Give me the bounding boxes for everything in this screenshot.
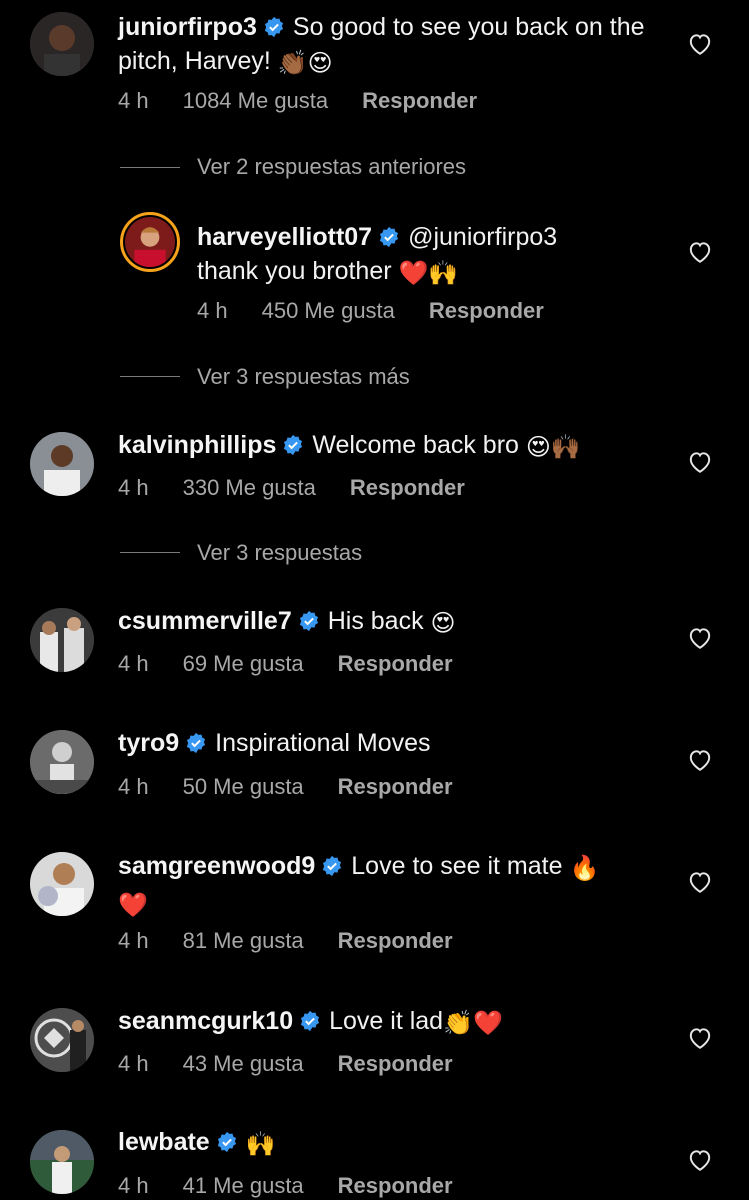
username[interactable]: tyro9 xyxy=(118,729,179,757)
view-previous-replies[interactable]: Ver 2 respuestas anteriores xyxy=(197,154,466,180)
heart-outline-icon[interactable] xyxy=(687,1148,713,1172)
timestamp: 4 h xyxy=(197,298,228,323)
comment-meta: 4 h 1084 Me gusta Responder xyxy=(118,88,511,114)
view-replies[interactable]: Ver 3 respuestas xyxy=(197,540,362,566)
username[interactable]: lewbate xyxy=(118,1128,210,1156)
comment-body: Inspirational Moves xyxy=(215,729,431,757)
verified-badge-icon xyxy=(323,855,342,877)
comment-emoji: 😍🙌🏾 xyxy=(525,434,581,461)
view-more-replies[interactable]: Ver 3 respuestas más xyxy=(197,364,410,390)
comment-emoji: 👏🏾😍 xyxy=(277,50,333,77)
verified-badge-icon xyxy=(264,16,283,38)
likes-count[interactable]: 69 Me gusta xyxy=(183,651,304,677)
likes-count[interactable]: 81 Me gusta xyxy=(183,928,304,954)
comment-emoji: 🔥 xyxy=(569,855,600,882)
verified-badge-icon xyxy=(217,1131,236,1153)
comment-meta: 4 h 43 Me gusta Responder xyxy=(118,1051,487,1077)
avatar-harveyelliott07[interactable] xyxy=(120,212,180,272)
comment-text: kalvinphillips Welcome back bro 😍🙌🏾 xyxy=(118,428,678,465)
verified-badge-icon xyxy=(187,732,206,754)
verified-badge-icon xyxy=(301,1010,320,1032)
username[interactable]: kalvinphillips xyxy=(118,431,276,459)
comment-meta: 4 h 69 Me gusta Responder xyxy=(118,651,487,677)
avatar-samgreenwood9[interactable] xyxy=(30,852,94,916)
heart-outline-icon[interactable] xyxy=(687,870,713,894)
heart-outline-icon[interactable] xyxy=(687,1026,713,1050)
view-replies-label[interactable]: Ver 3 respuestas xyxy=(197,540,362,565)
reply-button[interactable]: Responder xyxy=(362,88,477,114)
comment-emoji: 👏❤️ xyxy=(443,1010,503,1037)
verified-badge-icon xyxy=(380,226,399,248)
comment-meta: 4 h 330 Me gusta Responder xyxy=(118,475,499,501)
verified-badge-icon xyxy=(299,610,318,632)
verified-badge-icon xyxy=(284,434,303,456)
comment-text: tyro9 Inspirational Moves xyxy=(118,726,678,760)
comment-text: lewbate 🙌 xyxy=(118,1125,678,1162)
timestamp: 4 h xyxy=(118,1173,149,1198)
reply-button[interactable]: Responder xyxy=(338,1051,453,1077)
heart-outline-icon[interactable] xyxy=(687,748,713,772)
username[interactable]: samgreenwood9 xyxy=(118,852,315,880)
comment-text: samgreenwood9 Love to see it mate 🔥 ❤️ xyxy=(118,849,678,923)
comment-text: harveyelliott07 @juniorfirpo3 thank you br… xyxy=(197,220,677,291)
comment-emoji: 😍 xyxy=(430,610,456,637)
timestamp: 4 h xyxy=(118,88,149,113)
avatar-lewbate[interactable] xyxy=(30,1130,94,1194)
comment-text: csummerville7 His back 😍 xyxy=(118,604,678,641)
timestamp: 4 h xyxy=(118,475,149,500)
comment-body: Love it lad xyxy=(329,1007,444,1035)
comment-emoji: ❤️🙌 xyxy=(398,260,459,287)
heart-outline-icon[interactable] xyxy=(687,240,713,264)
avatar-csummerville7[interactable] xyxy=(30,608,94,672)
reply-button[interactable]: Responder xyxy=(429,298,544,324)
timestamp: 4 h xyxy=(118,928,149,953)
likes-count[interactable]: 50 Me gusta xyxy=(183,774,304,800)
avatar-seanmcgurk10[interactable] xyxy=(30,1008,94,1072)
likes-count[interactable]: 450 Me gusta xyxy=(262,298,395,324)
likes-count[interactable]: 43 Me gusta xyxy=(183,1051,304,1077)
reply-line xyxy=(120,552,180,553)
comment-meta: 4 h 41 Me gusta Responder xyxy=(118,1173,487,1199)
comment-meta: 4 h 50 Me gusta Responder xyxy=(118,774,487,800)
reply-button[interactable]: Responder xyxy=(338,928,453,954)
reply-button[interactable]: Responder xyxy=(338,1173,453,1199)
comment-body: Love to see it mate xyxy=(351,852,563,880)
username[interactable]: seanmcgurk10 xyxy=(118,1007,293,1035)
reply-button[interactable]: Responder xyxy=(350,475,465,501)
heart-outline-icon[interactable] xyxy=(687,32,713,56)
reply-button[interactable]: Responder xyxy=(338,774,453,800)
comment-meta: 4 h 450 Me gusta Responder xyxy=(197,298,578,324)
view-previous-replies-label[interactable]: Ver 2 respuestas anteriores xyxy=(197,154,466,179)
likes-count[interactable]: 330 Me gusta xyxy=(183,475,316,501)
comment-text: seanmcgurk10 Love it lad👏❤️ xyxy=(118,1004,678,1041)
comment-body: Welcome back bro xyxy=(312,431,519,459)
comment-meta: 4 h 81 Me gusta Responder xyxy=(118,928,487,954)
heart-outline-icon[interactable] xyxy=(687,626,713,650)
comment-emoji: 🙌 xyxy=(245,1131,276,1158)
avatar-kalvinphillips[interactable] xyxy=(30,432,94,496)
username[interactable]: csummerville7 xyxy=(118,607,292,635)
mention-link[interactable]: @juniorfirpo3 xyxy=(408,223,557,251)
reply-button[interactable]: Responder xyxy=(338,651,453,677)
comment-emoji-2: ❤️ xyxy=(118,892,148,919)
view-more-replies-label[interactable]: Ver 3 respuestas más xyxy=(197,364,410,389)
username[interactable]: harveyelliott07 xyxy=(197,223,372,251)
likes-count[interactable]: 1084 Me gusta xyxy=(183,88,329,114)
reply-line xyxy=(120,376,180,377)
comment-text: juniorfirpo3 So good to see you back on t… xyxy=(118,10,678,81)
avatar-juniorfirpo3[interactable] xyxy=(30,12,94,76)
timestamp: 4 h xyxy=(118,1051,149,1076)
heart-outline-icon[interactable] xyxy=(687,450,713,474)
timestamp: 4 h xyxy=(118,774,149,799)
reply-line xyxy=(120,167,180,168)
timestamp: 4 h xyxy=(118,651,149,676)
comment-body: thank you brother xyxy=(197,257,392,285)
likes-count[interactable]: 41 Me gusta xyxy=(183,1173,304,1199)
username[interactable]: juniorfirpo3 xyxy=(118,13,257,41)
comment-body: His back xyxy=(327,607,424,635)
avatar-tyro9[interactable] xyxy=(30,730,94,794)
